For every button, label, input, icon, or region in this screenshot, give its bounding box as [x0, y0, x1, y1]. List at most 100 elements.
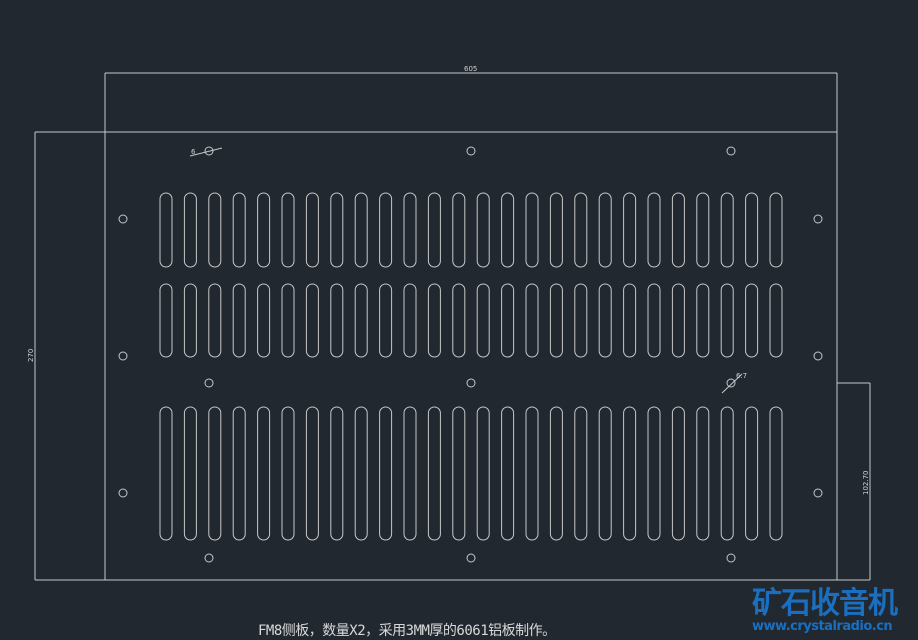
vent-slot [598, 406, 612, 541]
vent-slot [427, 406, 441, 541]
mounting-hole [466, 553, 476, 563]
vent-slot [549, 406, 563, 541]
vent-slot [696, 192, 710, 268]
mounting-hole [813, 214, 823, 224]
vent-slot [452, 192, 466, 268]
mounting-hole [813, 488, 823, 498]
mounting-hole [726, 378, 736, 388]
mounting-hole [726, 553, 736, 563]
vent-slot [159, 192, 173, 268]
watermark-logo-title: 矿石收音机 [752, 586, 898, 621]
vent-slot [427, 283, 441, 358]
vent-slot [379, 192, 393, 268]
vent-slot [403, 192, 417, 268]
vent-slot [183, 192, 197, 268]
vent-slot [354, 192, 368, 268]
mounting-hole [118, 214, 128, 224]
vent-slot [549, 283, 563, 358]
vent-slot [183, 406, 197, 541]
vent-slot [305, 192, 319, 268]
vent-slot [232, 192, 246, 268]
hole-label-middle: 6.7 [736, 372, 747, 380]
vent-slot [379, 406, 393, 541]
vent-slot [305, 406, 319, 541]
mounting-hole [726, 146, 736, 156]
vent-slot [379, 283, 393, 358]
vent-slot [452, 283, 466, 358]
vent-slot [525, 406, 539, 541]
cad-drawing: 605 270 102.70 6 6.7 FM8侧板，数量X2，采用3MM厚的6… [0, 0, 918, 640]
mounting-hole [118, 351, 128, 361]
vent-slot [452, 406, 466, 541]
vent-slot [623, 283, 637, 358]
vent-slot [232, 406, 246, 541]
vent-slot [159, 406, 173, 541]
mounting-hole [204, 553, 214, 563]
vent-slot [183, 283, 197, 358]
height-dimension-label: 270 [27, 349, 35, 362]
vent-slot [330, 406, 344, 541]
vent-slot [720, 283, 734, 358]
offset-dimension-label: 102.70 [862, 471, 870, 496]
vent-slot [476, 192, 490, 268]
vent-slot [501, 283, 515, 358]
vent-slot [769, 406, 783, 541]
vent-slot [720, 406, 734, 541]
vent-slot [330, 192, 344, 268]
vent-slot [501, 406, 515, 541]
vent-slot [623, 192, 637, 268]
vent-slot [257, 192, 271, 268]
mounting-hole [204, 378, 214, 388]
vent-slot [281, 192, 295, 268]
hole-label-top: 6 [191, 148, 196, 156]
vent-slot [696, 406, 710, 541]
vent-slot [403, 406, 417, 541]
cad-canvas: 605 270 102.70 6 6.7 [27, 65, 871, 581]
vent-slot [671, 406, 685, 541]
vent-slot [232, 283, 246, 358]
watermark-logo-url: www.crystalradio.cn [752, 619, 893, 634]
vent-slot [330, 283, 344, 358]
vent-slot [549, 192, 563, 268]
vent-slot [598, 192, 612, 268]
vent-slot [574, 406, 588, 541]
vent-slot [769, 192, 783, 268]
vent-slot [427, 192, 441, 268]
vent-slot [354, 283, 368, 358]
vent-slot [159, 283, 173, 358]
vent-slot [745, 283, 759, 358]
vent-slot [647, 192, 661, 268]
vent-slot [257, 283, 271, 358]
vent-slot [671, 283, 685, 358]
vent-slot [305, 283, 319, 358]
vent-slot [745, 192, 759, 268]
vent-slot [720, 192, 734, 268]
vent-slot [208, 283, 222, 358]
panel-outline [104, 131, 838, 581]
vent-slot [574, 283, 588, 358]
vent-slot [354, 406, 368, 541]
vent-slot [501, 192, 515, 268]
vent-slot [476, 283, 490, 358]
vent-slot [403, 283, 417, 358]
vent-slot [476, 406, 490, 541]
mounting-hole [466, 378, 476, 388]
vent-slot [647, 406, 661, 541]
vent-slot [769, 283, 783, 358]
vent-slot [525, 192, 539, 268]
vent-slot [208, 192, 222, 268]
vent-slot [525, 283, 539, 358]
vent-slot [745, 406, 759, 541]
vent-slot [647, 283, 661, 358]
vent-slot [598, 283, 612, 358]
vent-slot [623, 406, 637, 541]
mounting-hole [466, 146, 476, 156]
vent-slot [208, 406, 222, 541]
width-dimension-label: 605 [464, 65, 477, 73]
mounting-hole [813, 351, 823, 361]
vent-slot [257, 406, 271, 541]
drawing-caption: FM8侧板，数量X2，采用3MM厚的6061铝板制作。 [258, 623, 556, 639]
vent-slot [281, 406, 295, 541]
mounting-hole [118, 488, 128, 498]
vent-slot [696, 283, 710, 358]
